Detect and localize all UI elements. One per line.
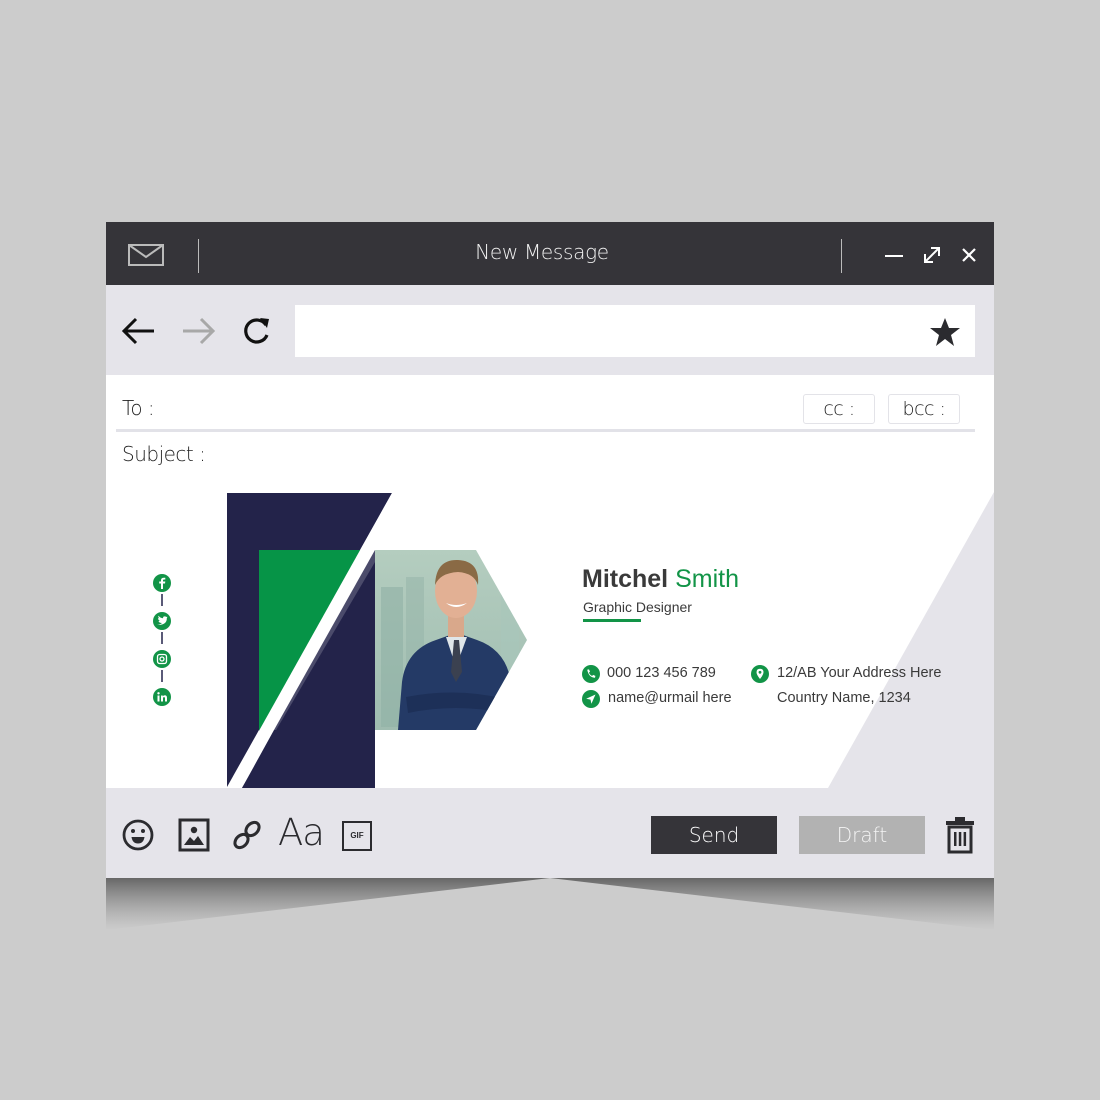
- arrow-right-icon[interactable]: [179, 313, 217, 349]
- facebook-icon[interactable]: [153, 574, 171, 592]
- window-title: New Message: [475, 240, 609, 264]
- arrow-left-icon[interactable]: [120, 313, 158, 349]
- emoji-icon[interactable]: [121, 818, 155, 852]
- image-icon[interactable]: [177, 818, 211, 852]
- instagram-icon[interactable]: [153, 650, 171, 668]
- phone-icon: [582, 665, 600, 683]
- first-name: Mitchel: [582, 565, 669, 593]
- send-location-icon: [582, 690, 600, 708]
- field-divider: [116, 429, 975, 432]
- email-address: name@urmail here: [608, 690, 732, 706]
- last-name: Smith: [675, 565, 739, 593]
- signature-graphics: [227, 492, 994, 788]
- gray-corner-shape: [828, 492, 994, 788]
- url-input[interactable]: [295, 305, 975, 357]
- title-separator: [841, 239, 842, 273]
- expand-icon[interactable]: [921, 244, 943, 266]
- compose-window: New Message To: cc: bcc: Subject: Mi…: [106, 222, 994, 878]
- close-icon[interactable]: [958, 244, 980, 266]
- reload-icon[interactable]: [238, 313, 276, 349]
- connector: [161, 632, 163, 644]
- subject-input[interactable]: [206, 437, 966, 473]
- bcc-button[interactable]: bcc :: [888, 394, 960, 424]
- connector: [161, 670, 163, 682]
- gif-icon[interactable]: GIF: [342, 821, 372, 851]
- accent-underline: [583, 619, 641, 622]
- profile-photo: [375, 550, 527, 730]
- send-button[interactable]: Send: [651, 816, 777, 854]
- email-signature: Mitchel Smith Graphic Designer 000 123 4…: [106, 487, 994, 788]
- compose-toolbar: Aa GIF Send Draft: [106, 788, 994, 878]
- to-input[interactable]: [166, 389, 786, 425]
- link-icon[interactable]: [230, 818, 264, 852]
- cc-button[interactable]: cc :: [803, 394, 875, 424]
- draft-button[interactable]: Draft: [799, 816, 925, 854]
- connector: [161, 594, 163, 606]
- job-title: Graphic Designer: [583, 599, 692, 615]
- font-icon[interactable]: Aa: [278, 813, 325, 853]
- to-label: To :: [122, 396, 155, 420]
- linkedin-icon[interactable]: [153, 688, 171, 706]
- location-pin-icon: [751, 665, 769, 683]
- minimize-icon[interactable]: [883, 244, 905, 266]
- signature-name: Mitchel Smith: [582, 565, 739, 594]
- compose-fields: To : cc : bcc : Subject :: [106, 375, 994, 487]
- phone-number: 000 123 456 789: [607, 665, 716, 681]
- address-line-1: 12/AB Your Address Here: [777, 665, 942, 681]
- subject-label: Subject :: [122, 442, 206, 466]
- star-icon[interactable]: [929, 317, 961, 347]
- twitter-icon[interactable]: [153, 612, 171, 630]
- navigation-bar: [106, 285, 994, 375]
- address-line-2: Country Name, 1234: [777, 690, 911, 706]
- window-shadow: [106, 878, 994, 930]
- title-bar: New Message: [106, 222, 994, 285]
- trash-icon[interactable]: [944, 816, 976, 854]
